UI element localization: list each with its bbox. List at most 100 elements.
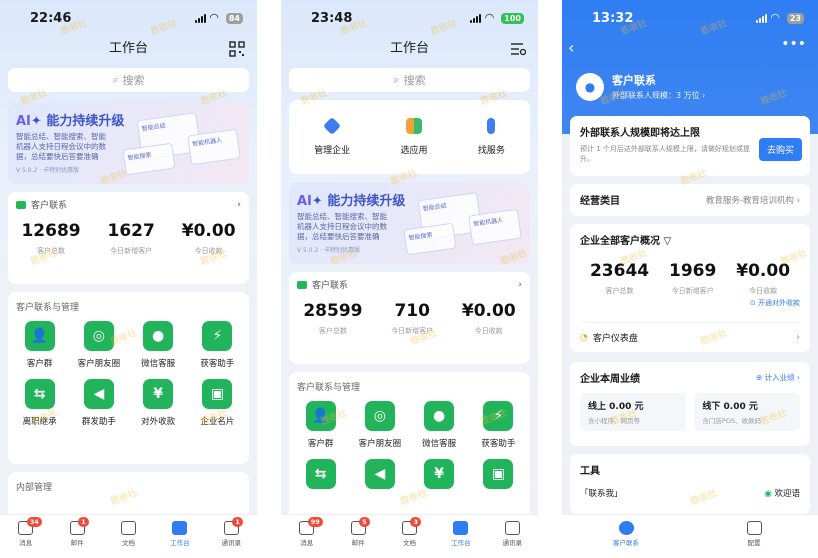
app-mass-messaging[interactable]: ◀ 群发助手 xyxy=(69,379,128,427)
stat-label: 今日收款 xyxy=(749,287,778,295)
status-bar: 13:32 ◠ 23 xyxy=(562,0,818,36)
signal-icon xyxy=(470,13,482,23)
group-icon: 👤 xyxy=(305,401,336,431)
customer-contact-card[interactable]: 客户联系 › 28599 客户总数 710 今日新增客户 ¥0.00 今日收款 xyxy=(289,272,530,364)
banner-ai: AI xyxy=(297,194,312,209)
search-input[interactable]: ⌕ 搜索 xyxy=(8,68,249,92)
tab-contacts[interactable]: 通讯录 xyxy=(492,521,532,547)
contact-scale-link[interactable]: 外部联系人规模：3 万位 › xyxy=(612,90,705,101)
app-resignation-inherit[interactable]: ⇆ 离职继承 xyxy=(10,379,69,427)
tab-contacts[interactable]: 通讯录 1 xyxy=(211,517,251,547)
app-label: 获客助手 xyxy=(200,359,235,369)
tab-mail[interactable]: 邮件 5 xyxy=(338,517,378,547)
megaphone-icon: ◀ xyxy=(364,459,395,489)
tab-workbench[interactable]: 工作台 xyxy=(160,521,200,547)
app-resignation-inherit[interactable]: ⇆ xyxy=(291,459,350,489)
more-dots-icon[interactable]: ••• xyxy=(781,36,806,52)
tab-docs[interactable]: 文档 3 xyxy=(389,517,429,547)
card-icon: ▣ xyxy=(202,379,233,409)
perf-boxes: 线上 0.00 元含小程序、网页等 线下 0.00 元含门店POS、收款码 xyxy=(580,393,800,431)
stat-payments: ¥0.00 今日收款 xyxy=(736,261,790,296)
sliders-icon xyxy=(746,521,762,535)
transfer-icon: ⇆ xyxy=(305,459,336,489)
alert-desc: 预计 1 个月后达外部联系人规模上限，请做好规划或提升。 xyxy=(580,145,750,163)
stat-label: 今日收款 xyxy=(194,247,223,255)
workbench-icon xyxy=(172,521,188,535)
search-input[interactable]: ⌕ 搜索 xyxy=(289,68,530,92)
ai-promo-banner[interactable]: AI✦ 能力持续升级 智能总结、智能搜索、智能机器人支持日程会议中的数据，总结要… xyxy=(8,102,249,184)
apps-icon xyxy=(405,118,422,134)
tab-mail[interactable]: 邮件 1 xyxy=(57,517,97,547)
unread-badge: 99 xyxy=(307,517,323,527)
chat-bubble-icon xyxy=(618,521,634,535)
overview-title-text: 企业全部客户概况 xyxy=(580,236,660,247)
quick-find-service[interactable]: 找服务 xyxy=(478,118,505,156)
app-customer-moments[interactable]: ◎ 客户朋友圈 xyxy=(350,401,409,449)
tab-config[interactable]: 配置 xyxy=(734,521,774,547)
chevron-right-icon: › xyxy=(237,199,241,210)
app-label: 对外收款 xyxy=(141,417,176,427)
app-grid: 👤 客户群 ◎ 客户朋友圈 ● 微信客服 ⚡ 获客助手 ⇆ ◀ ¥ ▣ xyxy=(289,393,530,489)
app-acquisition-assistant[interactable]: ⚡ 获客助手 xyxy=(469,401,528,449)
quick-choose-apps[interactable]: 选应用 xyxy=(400,118,428,156)
transfer-icon: ⇆ xyxy=(24,379,55,409)
app-customer-group[interactable]: 👤 客户群 xyxy=(291,401,350,449)
dashboard-row[interactable]: ◔ 客户仪表盘 › xyxy=(580,322,800,344)
open-payment-link[interactable]: ⊙ 开通对外收款 xyxy=(580,298,800,308)
page-title: 客户联系 xyxy=(612,74,656,87)
category-row[interactable]: 经营类目 教育服务-教育培训机构 › xyxy=(570,184,810,216)
app-wechat-service[interactable]: ● 微信客服 xyxy=(410,401,469,449)
phone-screen-2: 23:48 ◠ 100 工作台 ⌕ 搜索 管理企业 选应用 找服务 AI✦ 能力… xyxy=(281,0,538,558)
app-business-card[interactable]: ▣ xyxy=(469,459,528,489)
chat-icon: ● xyxy=(143,321,174,351)
app-external-payment[interactable]: ¥ xyxy=(410,459,469,489)
tab-messages[interactable]: 消息 99 xyxy=(287,517,327,547)
overview-title: 企业全部客户概况 ▽ xyxy=(580,232,800,247)
stat-value: ¥0.00 xyxy=(181,221,236,241)
ai-promo-banner[interactable]: AI✦ 能力持续升级 智能总结、智能搜索、智能机器人支持日程会议中的数据，总结要… xyxy=(289,182,530,264)
quick-manage-enterprise[interactable]: 管理企业 xyxy=(314,116,350,156)
stat-new-customers: 1627 今日新增客户 xyxy=(108,221,155,256)
settings-list-icon[interactable] xyxy=(510,41,526,57)
app-wechat-service[interactable]: ● 微信客服 xyxy=(129,321,188,369)
bottom-tab-bar: 消息 99 邮件 5 文档 3 工作台 通讯录 xyxy=(281,514,538,558)
tab-messages[interactable]: 消息 34 xyxy=(6,517,46,547)
tab-workbench[interactable]: 工作台 xyxy=(441,521,481,547)
tab-customer-contact[interactable]: 客户联系 xyxy=(606,521,646,547)
buy-button[interactable]: 去购买 xyxy=(758,138,802,161)
unread-badge: 34 xyxy=(26,517,42,527)
category-label: 经营类目 xyxy=(580,196,620,207)
app-customer-moments[interactable]: ◎ 客户朋友圈 xyxy=(69,321,128,369)
tab-label: 配置 xyxy=(747,539,761,547)
app-external-payment[interactable]: ¥ 对外收款 xyxy=(129,379,188,427)
tool-welcome[interactable]: ◉ 欢迎语 xyxy=(764,487,800,499)
tool-contact-me[interactable]: 「联系我」 xyxy=(580,487,623,499)
scan-qr-icon[interactable] xyxy=(229,41,245,57)
stat-value: ¥0.00 xyxy=(736,261,791,281)
nav-bar: ‹ ••• xyxy=(562,36,818,62)
category-content: 经营类目 教育服务-教育培训机构 › xyxy=(580,192,800,208)
stat-value: 28599 xyxy=(303,301,363,321)
offline-performance[interactable]: 线下 0.00 元含门店POS、收款码 xyxy=(694,393,800,431)
back-arrow-icon[interactable]: ‹ xyxy=(568,38,574,57)
tab-label: 通讯录 xyxy=(221,539,242,547)
stat-label: 今日新增客户 xyxy=(391,327,434,335)
weekly-performance-card: 企业本周业绩 ⊕ 计入业绩 › 线上 0.00 元含小程序、网页等 线下 0.0… xyxy=(570,362,810,446)
online-performance[interactable]: 线上 0.00 元含小程序、网页等 xyxy=(580,393,686,431)
phone-screen-1: 22:46 ◠ 84 工作台 ⌕ 搜索 AI✦ 能力持续升级 智能总结、智能搜索… xyxy=(0,0,257,558)
app-customer-group[interactable]: 👤 客户群 xyxy=(10,321,69,369)
app-business-card[interactable]: ▣ 企业名片 xyxy=(188,379,247,427)
app-label: 客户群 xyxy=(307,439,334,449)
banner-illustration: 智能总结 智能机器人 智能搜索 xyxy=(119,112,241,176)
stat-value: 23644 xyxy=(589,261,650,281)
tools-title: 工具 xyxy=(580,466,600,477)
banner-card: 智能搜索 xyxy=(403,222,457,256)
app-label: 微信客服 xyxy=(141,359,176,369)
add-performance-link[interactable]: ⊕ 计入业绩 › xyxy=(756,372,800,383)
customer-contact-card[interactable]: 客户联系 › 12689 客户总数 1627 今日新增客户 ¥0.00 今日收款 xyxy=(8,192,249,284)
app-acquisition-assistant[interactable]: ⚡ 获客助手 xyxy=(188,321,247,369)
filter-icon[interactable]: ▽ xyxy=(663,236,671,247)
tab-docs[interactable]: 文档 xyxy=(108,521,148,547)
bolt-icon: ⚡ xyxy=(202,321,233,351)
app-mass-messaging[interactable]: ◀ xyxy=(350,459,409,489)
